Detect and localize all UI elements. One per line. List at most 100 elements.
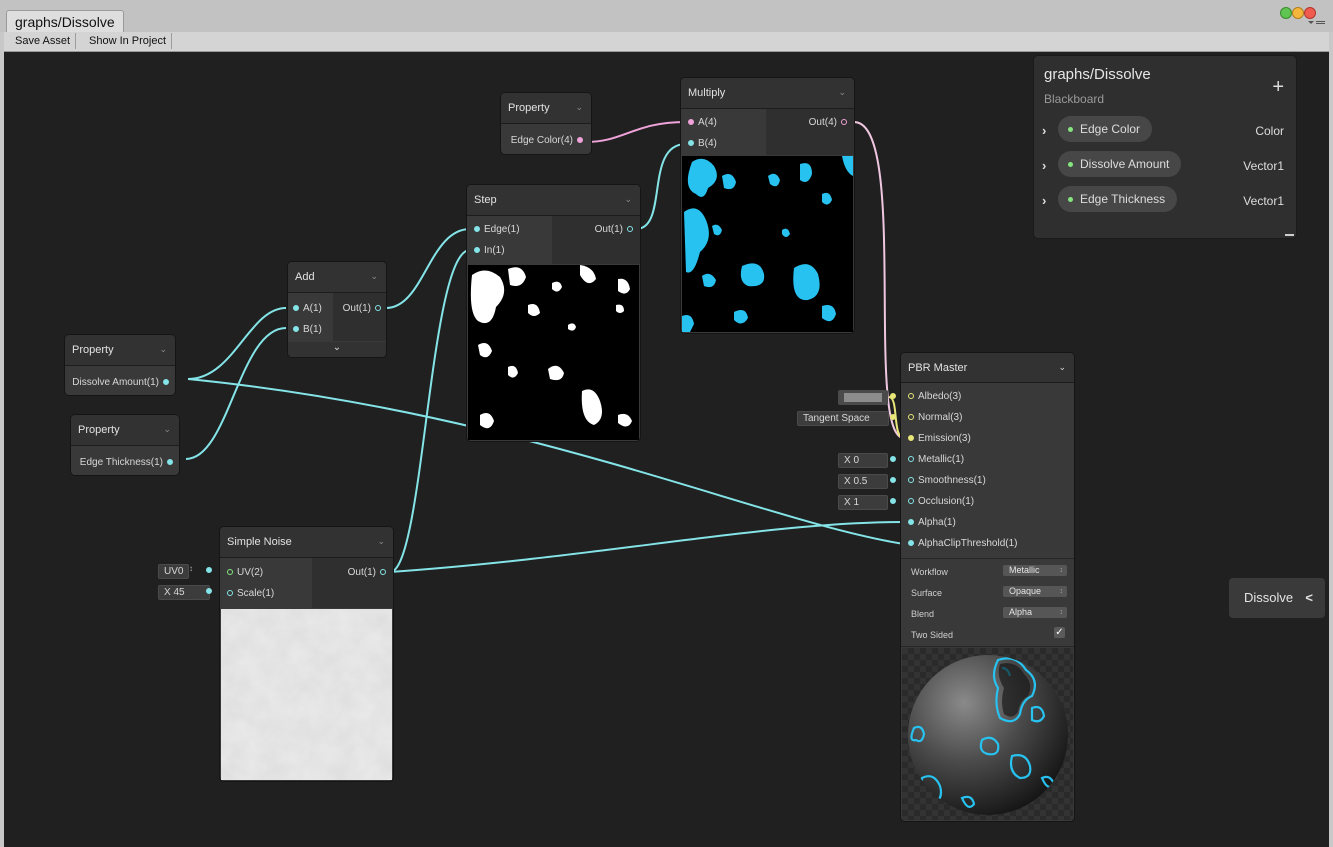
maximize-button[interactable]: [1280, 7, 1292, 19]
port-dot-icon: [908, 435, 914, 442]
port-dot-icon: [474, 226, 480, 233]
port-dot-icon: [908, 414, 914, 421]
port-dot-icon: [908, 477, 914, 484]
resize-handle-icon[interactable]: [1285, 234, 1294, 236]
port-add-b[interactable]: B(1): [289, 324, 322, 335]
port-smoothness[interactable]: Smoothness(1): [904, 475, 986, 486]
port-noise-scale[interactable]: Scale(1): [223, 588, 274, 599]
occlusion-field[interactable]: X 1: [838, 495, 888, 510]
port-edge-thickness-out[interactable]: Edge Thickness(1): [80, 457, 177, 468]
show-in-project-button[interactable]: Show In Project: [84, 33, 173, 49]
property-node-dissolve-amount[interactable]: Property ⌄ Dissolve Amount(1): [65, 335, 175, 395]
port-multiply-a[interactable]: A(4): [684, 117, 717, 128]
port-albedo[interactable]: Albedo(3): [904, 391, 961, 402]
surface-dropdown[interactable]: Opaque: [1003, 586, 1067, 597]
port-noise-uv[interactable]: UV(2): [223, 567, 263, 578]
port-step-out[interactable]: Out(1): [595, 224, 637, 235]
property-type-label: Vector1: [1243, 159, 1284, 173]
port-dot-icon: [375, 305, 381, 312]
dissolve-preview-tab[interactable]: Dissolve <: [1229, 578, 1325, 618]
port-dot-icon: [890, 393, 896, 399]
multiply-preview-image: [682, 156, 853, 332]
side-tab-label: Dissolve: [1244, 590, 1294, 605]
expand-chevron-icon[interactable]: ›: [1042, 158, 1046, 173]
collapse-icon[interactable]: ⌄: [575, 102, 583, 113]
surface-label: Surface: [911, 588, 943, 598]
property-type-label: Vector1: [1243, 194, 1284, 208]
collapse-icon[interactable]: ⌄: [838, 87, 846, 98]
node-title: Property: [72, 344, 114, 356]
port-edge-color-out[interactable]: Edge Color(4): [511, 135, 587, 146]
port-metallic[interactable]: Metallic(1): [904, 454, 964, 465]
save-asset-button[interactable]: Save Asset: [10, 33, 77, 49]
blackboard-property-dissolve-amount[interactable]: Dissolve Amount: [1058, 151, 1182, 177]
blend-dropdown[interactable]: Alpha: [1003, 607, 1067, 618]
noise-scale-field[interactable]: X 45: [158, 585, 210, 600]
port-noise-out[interactable]: Out(1): [348, 567, 390, 578]
add-node[interactable]: Add ⌄ A(1) B(1) Out(1) ⌄: [288, 262, 386, 357]
port-emission[interactable]: Emission(3): [904, 433, 971, 444]
multiply-node[interactable]: Multiply ⌄ A(4) B(4) Out(4): [681, 78, 854, 333]
blackboard-title: graphs/Dissolve: [1044, 66, 1151, 83]
expand-chevron-icon[interactable]: ›: [1042, 123, 1046, 138]
collapse-arrow-icon[interactable]: <: [1305, 578, 1313, 618]
node-title: Multiply: [688, 87, 726, 99]
port-add-out[interactable]: Out(1): [343, 303, 385, 314]
workflow-label: Workflow: [911, 567, 948, 577]
wire-step-to-multiply-b: [635, 143, 687, 230]
node-title: Simple Noise: [227, 536, 292, 548]
port-multiply-b[interactable]: B(4): [684, 138, 717, 149]
menu-icon[interactable]: [1308, 21, 1325, 24]
port-dot-icon: [474, 247, 480, 254]
collapse-icon[interactable]: ⌄: [1058, 362, 1066, 373]
port-step-in[interactable]: In(1): [470, 245, 505, 256]
port-dot-icon: [890, 498, 896, 504]
collapse-icon[interactable]: ⌄: [159, 344, 167, 355]
port-add-a[interactable]: A(1): [289, 303, 322, 314]
property-node-edge-color[interactable]: Property ⌄ Edge Color(4): [501, 93, 591, 154]
port-dot-icon: [293, 305, 299, 312]
collapse-icon[interactable]: ⌄: [377, 536, 385, 547]
port-step-edge[interactable]: Edge(1): [470, 224, 520, 235]
two-sided-checkbox[interactable]: ✓: [1054, 627, 1065, 638]
albedo-color-swatch[interactable]: [838, 390, 888, 405]
port-normal[interactable]: Normal(3): [904, 412, 962, 423]
port-dissolve-amount-out[interactable]: Dissolve Amount(1): [72, 377, 173, 388]
expand-chevron-icon[interactable]: ›: [1042, 193, 1046, 208]
property-node-edge-thickness[interactable]: Property ⌄ Edge Thickness(1): [71, 415, 179, 475]
noise-uv-dropdown[interactable]: UV0: [158, 564, 190, 579]
node-title: Step: [474, 194, 497, 206]
expand-preview-icon[interactable]: ⌄: [288, 342, 386, 357]
port-alpha-clip-threshold[interactable]: AlphaClipThreshold(1): [904, 538, 1018, 549]
collapse-icon[interactable]: ⌄: [163, 424, 171, 435]
blackboard-property-edge-thickness[interactable]: Edge Thickness: [1058, 186, 1178, 212]
port-dot-icon: [890, 414, 896, 420]
port-dot-icon: [890, 456, 896, 462]
normal-space-field[interactable]: Tangent Space: [797, 411, 889, 426]
graph-canvas[interactable]: Property ⌄ Edge Color(4) Multiply ⌄ A(4) B…: [4, 52, 1329, 847]
port-dot-icon: [206, 588, 212, 594]
smoothness-field[interactable]: X 0.5: [838, 474, 888, 489]
port-dot-icon: [227, 569, 233, 576]
close-button[interactable]: [1304, 7, 1316, 19]
port-occlusion[interactable]: Occlusion(1): [904, 496, 974, 507]
add-property-button[interactable]: +: [1272, 76, 1284, 99]
wire-dissolve-to-add-a: [187, 307, 287, 380]
window-controls: [1280, 7, 1325, 24]
port-dot-icon: [163, 379, 169, 386]
collapse-icon[interactable]: ⌄: [370, 271, 378, 282]
port-multiply-out[interactable]: Out(4): [809, 117, 851, 128]
port-alpha[interactable]: Alpha(1): [904, 517, 956, 528]
two-sided-label: Two Sided: [911, 630, 954, 640]
blackboard-property-edge-color[interactable]: Edge Color: [1058, 116, 1153, 142]
workflow-dropdown[interactable]: Metallic: [1003, 565, 1067, 576]
metallic-field[interactable]: X 0: [838, 453, 888, 468]
simple-noise-node[interactable]: Simple Noise ⌄ UV(2) Scale(1) Out(1): [220, 527, 393, 781]
collapse-icon[interactable]: ⌄: [624, 194, 632, 205]
blackboard-panel[interactable]: graphs/Dissolve Blackboard + › Edge Colo…: [1034, 56, 1296, 238]
window-tab[interactable]: graphs/Dissolve: [6, 10, 124, 33]
pbr-master-node[interactable]: PBR Master ⌄ Albedo(3) Normal(3) Emission…: [901, 353, 1074, 821]
minimize-button[interactable]: [1292, 7, 1304, 19]
node-title: PBR Master: [908, 362, 968, 374]
step-node[interactable]: Step ⌄ Edge(1) In(1) Out(1): [467, 185, 640, 441]
